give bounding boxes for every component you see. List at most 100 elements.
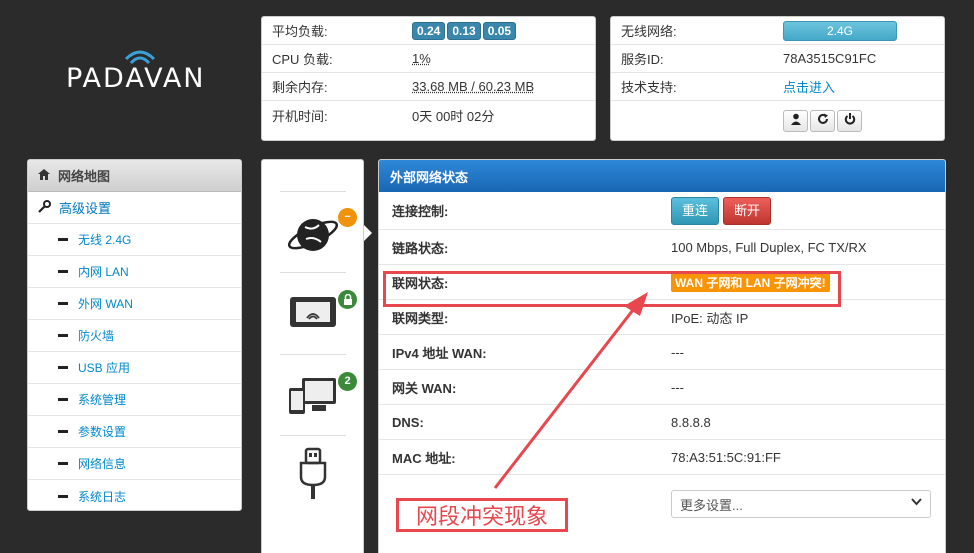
dns-value: 8.8.8.8 [671, 414, 711, 430]
sidebar-item-network-map[interactable]: 网络地图 [28, 160, 241, 192]
sidebar-item-label: 系统管理 [78, 393, 127, 407]
sidebar-item-label: USB 应用 [78, 361, 131, 375]
power-icon[interactable] [837, 110, 862, 132]
sidebar-item-wan[interactable]: 外网 WAN [28, 288, 241, 320]
selected-pointer [364, 225, 372, 241]
load-label: 平均负载: [272, 24, 328, 39]
service-id-row: 服务ID: 78A3515C91FC [611, 45, 944, 73]
gateway-label: 网关 WAN: [392, 380, 457, 396]
memory-label: 剩余内存: [272, 80, 328, 95]
usb-icon[interactable] [280, 446, 346, 502]
refresh-icon[interactable] [810, 110, 835, 132]
gateway-row: 网关 WAN: --- [379, 370, 945, 405]
device-column: − 2 [261, 159, 364, 553]
dash-icon [58, 430, 68, 433]
dns-row: DNS: 8.8.8.8 [379, 405, 945, 440]
ipv4-value: --- [671, 344, 684, 360]
dash-icon [58, 270, 68, 273]
action-icons-row [611, 101, 944, 141]
dash-icon [58, 302, 68, 305]
load-1m-badge: 0.24 [412, 21, 446, 40]
sidebar-item-label: 网络信息 [78, 457, 127, 471]
connection-control-row: 连接控制: 重连 断开 [379, 192, 945, 230]
memory-row: 剩余内存: 33.68 MB / 60.23 MB [262, 73, 595, 101]
link-status-row: 链路状态: 100 Mbps, Full Duplex, FC TX/RX [379, 230, 945, 265]
memory-value[interactable]: 33.68 MB / 60.23 MB [412, 79, 534, 94]
dash-icon [58, 398, 68, 401]
load-5m-badge: 0.13 [447, 21, 481, 40]
uptime-value: 0天 00时 02分 [412, 108, 495, 124]
gateway-value: --- [671, 379, 684, 395]
dash-icon [58, 366, 68, 369]
user-icon[interactable] [783, 110, 808, 132]
sidebar-item-firewall[interactable]: 防火墙 [28, 320, 241, 352]
divider [280, 191, 346, 192]
wrench-icon [38, 199, 51, 216]
divider [280, 435, 346, 436]
sidebar-item-label: 系统日志 [78, 489, 127, 504]
link-status-label: 链路状态: [392, 240, 449, 256]
internet-status-badge: − [338, 208, 357, 227]
logo-text: PADAVAN [66, 63, 206, 94]
dash-icon [58, 462, 68, 465]
clients-devices-icon[interactable] [280, 372, 346, 420]
sidebar-item-params[interactable]: 参数设置 [28, 416, 241, 448]
sidebar-item-syslog[interactable]: 系统日志 [28, 480, 241, 510]
mac-value: 78:A3:51:5C:91:FF [671, 449, 781, 465]
clients-count-badge: 2 [338, 372, 357, 391]
sidebar-item-label: 内网 LAN [78, 265, 129, 279]
uptime-row: 开机时间: 0天 00时 02分 [262, 101, 595, 129]
home-icon [38, 168, 50, 183]
wireless-row: 无线网络: 2.4G [611, 17, 944, 45]
sidebar-item-netinfo[interactable]: 网络信息 [28, 448, 241, 480]
load-row: 平均负载: 0.24 0.13 0.05 [262, 17, 595, 45]
link-status-value: 100 Mbps, Full Duplex, FC TX/RX [671, 239, 867, 255]
ipv4-label: IPv4 地址 WAN: [392, 345, 487, 361]
dns-label: DNS: [392, 414, 424, 430]
ipv4-row: IPv4 地址 WAN: --- [379, 335, 945, 370]
device-info-panel: 无线网络: 2.4G 服务ID: 78A3515C91FC 技术支持: 点击进入 [610, 16, 945, 141]
cpu-value[interactable]: 1% [412, 51, 431, 66]
sidebar-item-wireless[interactable]: 无线 2.4G [28, 224, 241, 256]
wan-status-panel: 外部网络状态 连接控制: 重连 断开 链路状态: 100 Mbps, Full … [378, 159, 946, 553]
sidebar-item-label: 无线 2.4G [78, 233, 132, 247]
uptime-label: 开机时间: [272, 108, 328, 124]
wireless-2g-button[interactable]: 2.4G [783, 20, 897, 41]
dash-icon [58, 334, 68, 337]
highlight-box [383, 271, 841, 307]
cpu-row: CPU 负载: 1% [262, 45, 595, 73]
wireless-label: 无线网络: [621, 24, 677, 39]
sidebar-nav: 网络地图 高级设置 无线 2.4G 内网 LAN 外网 WAN 防火墙 USB … [27, 159, 242, 511]
sidebar-item-system[interactable]: 系统管理 [28, 384, 241, 416]
load-15m-badge: 0.05 [482, 21, 517, 40]
divider [280, 354, 346, 355]
disconnect-button[interactable]: 断开 [723, 196, 772, 225]
service-id-label: 服务ID: [621, 52, 664, 67]
mac-label: MAC 地址: [392, 450, 456, 466]
sidebar-advanced-label: 高级设置 [59, 201, 112, 216]
sidebar-header-label: 网络地图 [58, 169, 111, 184]
padavan-logo: PADAVAN [60, 45, 220, 115]
more-settings-select[interactable]: 更多设置... [671, 490, 931, 518]
internet-globe-icon[interactable] [280, 204, 346, 264]
service-id-value: 78A3515C91FC [783, 51, 877, 66]
support-label: 技术支持: [621, 80, 677, 95]
connection-control-label: 连接控制: [392, 204, 449, 219]
annotation-note: 网段冲突现象 [396, 498, 568, 532]
sidebar-item-lan[interactable]: 内网 LAN [28, 256, 241, 288]
sidebar-item-label: 外网 WAN [78, 297, 133, 311]
system-stats-panel: 平均负载: 0.24 0.13 0.05 CPU 负载: 1% 剩余内存: 33… [261, 16, 596, 141]
reconnect-button[interactable]: 重连 [671, 196, 720, 225]
connection-type-value: IPoE: 动态 IP [671, 310, 749, 326]
divider [280, 272, 346, 273]
more-settings-value: 更多设置... [680, 497, 743, 513]
sidebar-item-advanced[interactable]: 高级设置 [28, 192, 241, 224]
router-wifi-icon[interactable] [280, 292, 346, 332]
dash-icon [58, 494, 68, 498]
dash-icon [58, 238, 68, 241]
support-row: 技术支持: 点击进入 [611, 73, 944, 101]
mac-row: MAC 地址: 78:A3:51:5C:91:FF [379, 440, 945, 475]
sidebar-item-usb[interactable]: USB 应用 [28, 352, 241, 384]
connection-type-label: 联网类型: [392, 310, 449, 326]
support-link[interactable]: 点击进入 [783, 77, 835, 96]
